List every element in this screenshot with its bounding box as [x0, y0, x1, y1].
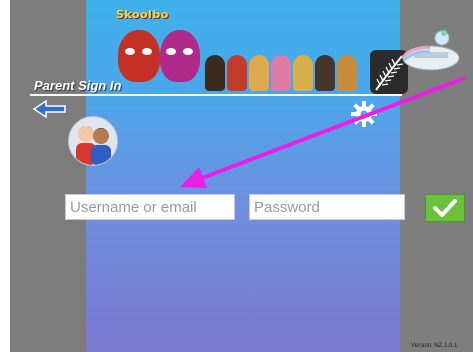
- version-label: Version: NZ 1.0.1: [411, 343, 458, 349]
- title-underline: [30, 94, 402, 96]
- sign-in-button[interactable]: [425, 194, 465, 222]
- character-image: [337, 55, 357, 91]
- sign-in-screen: Skoolbo Parent Sign In Username or email…: [0, 0, 473, 352]
- left-arrow-icon: [32, 99, 66, 119]
- page-title: Parent Sign In: [34, 78, 122, 93]
- parents-avatar-icon: [76, 126, 111, 165]
- masked-hero-pink-image: [160, 30, 200, 82]
- spaceship-image: [400, 30, 460, 71]
- back-button[interactable]: [32, 99, 68, 119]
- character-image: [227, 55, 247, 91]
- character-image: [293, 55, 313, 91]
- masked-hero-red-image: [118, 30, 160, 82]
- password-input[interactable]: [249, 194, 405, 220]
- settings-button[interactable]: [350, 100, 378, 128]
- left-side-panel: [10, 0, 86, 352]
- character-image: [249, 55, 269, 91]
- parents-avatar-button[interactable]: [68, 116, 118, 166]
- username-input[interactable]: [65, 194, 235, 220]
- skoolbo-logo: Skoolbo: [116, 8, 169, 21]
- checkmark-icon: [433, 199, 457, 217]
- character-image: [205, 55, 225, 91]
- character-image: [315, 55, 335, 91]
- character-image: [271, 55, 291, 91]
- gear-icon: [351, 101, 377, 127]
